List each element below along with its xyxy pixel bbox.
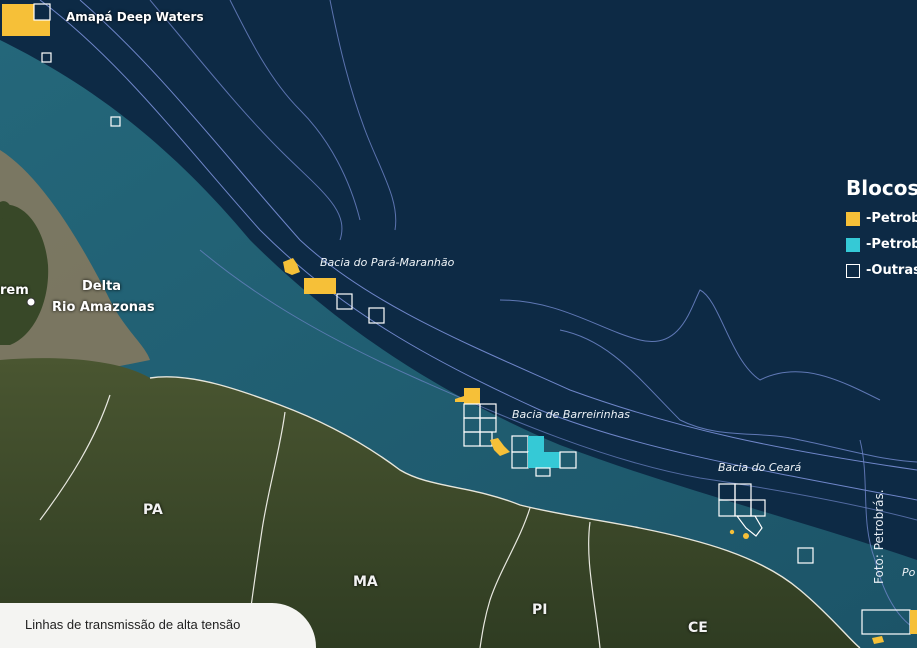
map-stage: Amapá Deep Waters rem Delta Rio Amazonas… <box>0 0 917 648</box>
legend-label: -Outras <box>866 263 917 278</box>
label-delta: Delta <box>82 279 122 294</box>
filled-square-icon <box>846 211 860 226</box>
legend-label: -Petrob <box>866 211 917 226</box>
label-belem: rem <box>0 283 29 298</box>
label-rio-amazonas: Rio Amazonas <box>52 300 155 315</box>
outline-square-icon <box>846 263 860 278</box>
legend-item-other-companies: -Outras <box>846 263 917 278</box>
label-bacia-para-maranhao: Bacia do Pará-Maranhão <box>320 256 455 269</box>
belem-city-dot <box>26 297 36 307</box>
label-state-ma: MA <box>353 574 378 590</box>
label-state-ce: CE <box>688 620 708 636</box>
label-bacia-barreirinhas: Bacia de Barreirinhas <box>512 408 631 421</box>
legend-label: -Petrob <box>866 237 917 252</box>
legend-item-petrobras-partner: -Petrob <box>846 237 917 252</box>
label-bacia-ceara: Bacia do Ceará <box>718 461 802 474</box>
transmission-lines-panel[interactable]: Linhas de transmissão de alta tensão <box>0 603 316 648</box>
transmission-lines-label: Linhas de transmissão de alta tensão <box>25 617 241 632</box>
legend-item-petrobras-operated: -Petrob <box>846 211 917 226</box>
filled-square-icon <box>846 237 860 252</box>
map-canvas <box>0 0 917 648</box>
legend-title: Blocos <box>846 176 917 200</box>
label-bacia-potiguar: Po <box>902 566 916 579</box>
photo-credit: Foto: Petrobrás. <box>872 489 886 584</box>
label-amapa-deep-waters: Amapá Deep Waters <box>66 10 204 24</box>
label-state-pi: PI <box>532 602 548 618</box>
label-state-pa: PA <box>143 502 163 518</box>
